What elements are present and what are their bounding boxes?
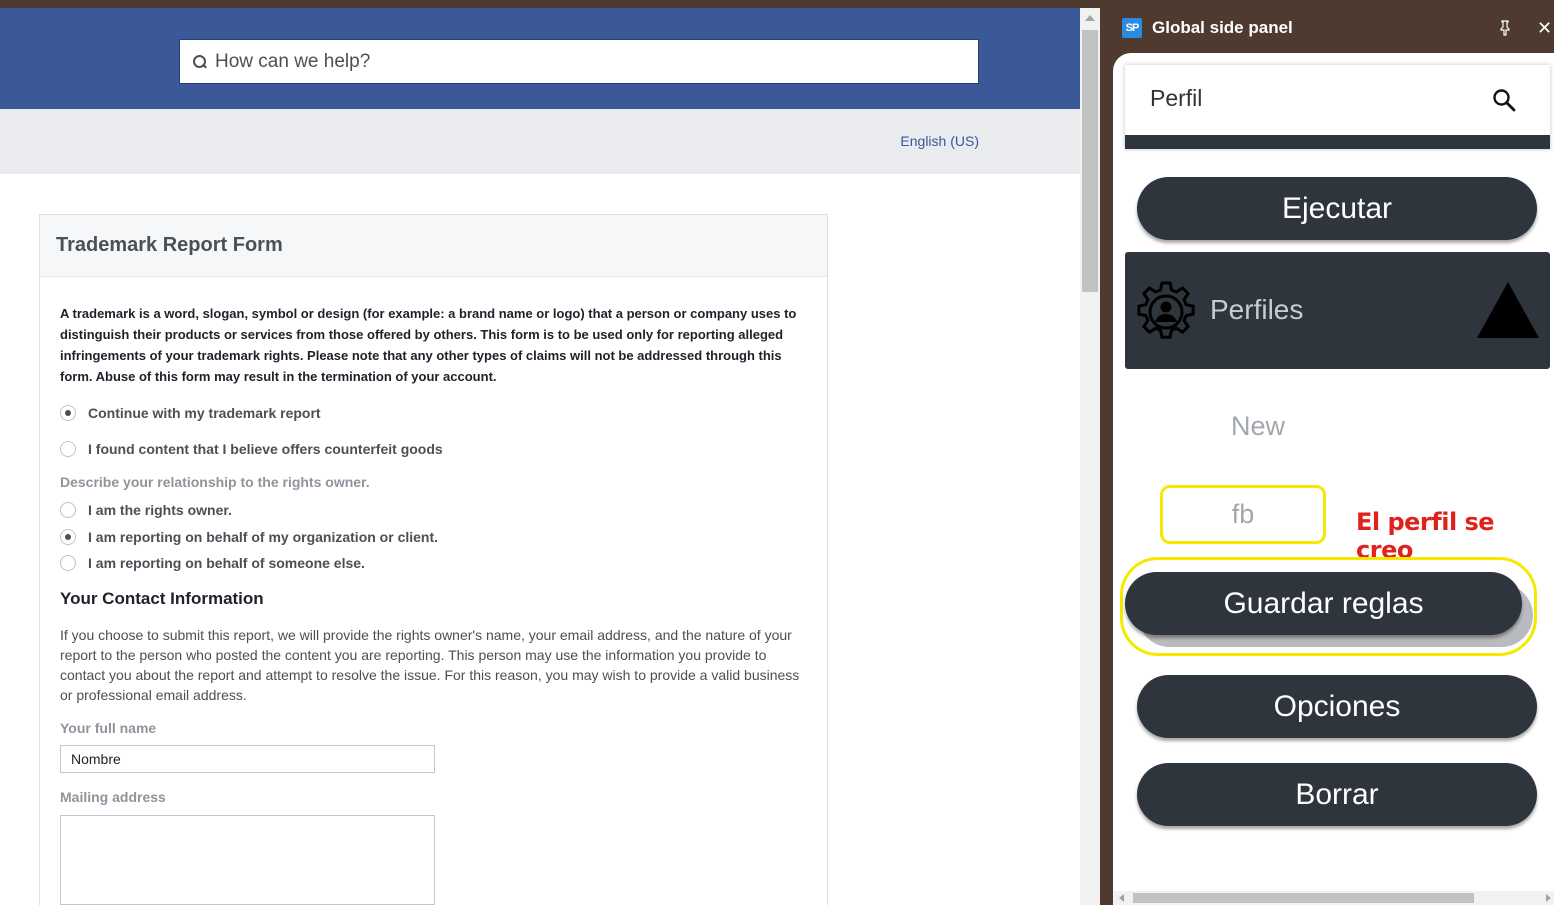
horizontal-scroll-thumb[interactable] [1133, 893, 1474, 903]
search-icon [193, 54, 207, 69]
side-panel-header: SP Global side panel [1122, 18, 1293, 38]
radio-label: I found content that I believe offers co… [88, 441, 443, 457]
scrollbar-thumb[interactable] [1082, 30, 1098, 292]
trademark-form-card: Trademark Report Form A trademark is a w… [39, 214, 828, 905]
language-bar: English (US) [0, 109, 1080, 174]
perfiles-section-header[interactable]: Perfiles [1125, 252, 1550, 369]
perfiles-label: Perfiles [1210, 294, 1304, 325]
report-type-group: Continue with my trademark report I foun… [60, 403, 807, 459]
close-icon[interactable]: ✕ [1537, 19, 1552, 37]
radio-button[interactable] [60, 502, 76, 518]
scroll-up-arrow-icon[interactable] [1085, 15, 1095, 21]
language-link[interactable]: English (US) [900, 133, 979, 149]
profile-search-box[interactable] [1125, 65, 1550, 149]
form-header: Trademark Report Form [40, 215, 827, 277]
radio-label: I am reporting on behalf of someone else… [88, 555, 365, 571]
help-search-box[interactable] [179, 39, 979, 84]
radio-option-owner[interactable]: I am the rights owner. [60, 500, 807, 520]
side-panel-content: Ejecutar Perfiles New fb El perfil se cr… [1113, 53, 1554, 905]
radio-option-continue[interactable]: Continue with my trademark report [60, 403, 807, 423]
radio-option-organization[interactable]: I am reporting on behalf of my organizat… [60, 527, 807, 547]
gear-user-icon [1137, 281, 1195, 339]
radio-label: I am the rights owner. [88, 502, 232, 518]
profile-name-field[interactable]: fb [1160, 485, 1326, 544]
page-scrollbar[interactable] [1080, 8, 1100, 905]
radio-option-counterfeit[interactable]: I found content that I believe offers co… [60, 439, 807, 459]
radio-button[interactable] [60, 441, 76, 457]
radio-button[interactable] [60, 555, 76, 571]
relationship-label: Describe your relationship to the rights… [60, 474, 370, 490]
radio-label: I am reporting on behalf of my organizat… [88, 529, 439, 545]
global-side-panel: SP Global side panel ✕ Ejecutar Perfil [1100, 8, 1554, 905]
borrar-button[interactable]: Borrar [1137, 763, 1537, 826]
full-name-input[interactable] [60, 745, 435, 773]
radio-button-selected[interactable] [60, 529, 76, 545]
profile-search-input[interactable] [1150, 85, 1470, 112]
search-icon[interactable] [1492, 88, 1516, 112]
contact-section-title: Your Contact Information [60, 589, 264, 608]
form-title: Trademark Report Form [56, 234, 283, 256]
form-intro: A trademark is a word, slogan, symbol or… [60, 306, 797, 384]
new-label: New [1231, 411, 1286, 441]
radio-label: Continue with my trademark report [88, 405, 321, 421]
sp-logo-icon: SP [1122, 18, 1142, 38]
collapse-triangle-icon[interactable] [1477, 282, 1539, 338]
opciones-button[interactable]: Opciones [1137, 675, 1537, 738]
mailing-address-label: Mailing address [60, 789, 166, 805]
guardar-reglas-button[interactable]: Guardar reglas [1125, 572, 1522, 635]
fb-header [0, 8, 1080, 109]
panel-horizontal-scrollbar[interactable] [1113, 891, 1554, 905]
ejecutar-button[interactable]: Ejecutar [1137, 177, 1537, 240]
scroll-right-arrow-icon[interactable] [1546, 894, 1551, 902]
radio-option-someone-else[interactable]: I am reporting on behalf of someone else… [60, 553, 807, 573]
help-search-input[interactable] [215, 50, 955, 73]
radio-button-selected[interactable] [60, 405, 76, 421]
help-page: English (US) Trademark Report Form A tra… [0, 8, 1080, 905]
mailing-address-textarea[interactable] [60, 815, 435, 905]
full-name-label: Your full name [60, 720, 157, 736]
scroll-left-arrow-icon[interactable] [1119, 894, 1124, 902]
relationship-group: I am the rights owner. I am reporting on… [60, 500, 807, 573]
side-panel-title: Global side panel [1152, 18, 1293, 37]
annotation-text: El perfil se creo [1356, 508, 1495, 564]
form-body: A trademark is a word, slogan, symbol or… [40, 277, 827, 905]
browser-top-strip [0, 0, 1554, 8]
contact-description: If you choose to submit this report, we … [60, 627, 800, 703]
pin-icon[interactable] [1499, 20, 1511, 36]
